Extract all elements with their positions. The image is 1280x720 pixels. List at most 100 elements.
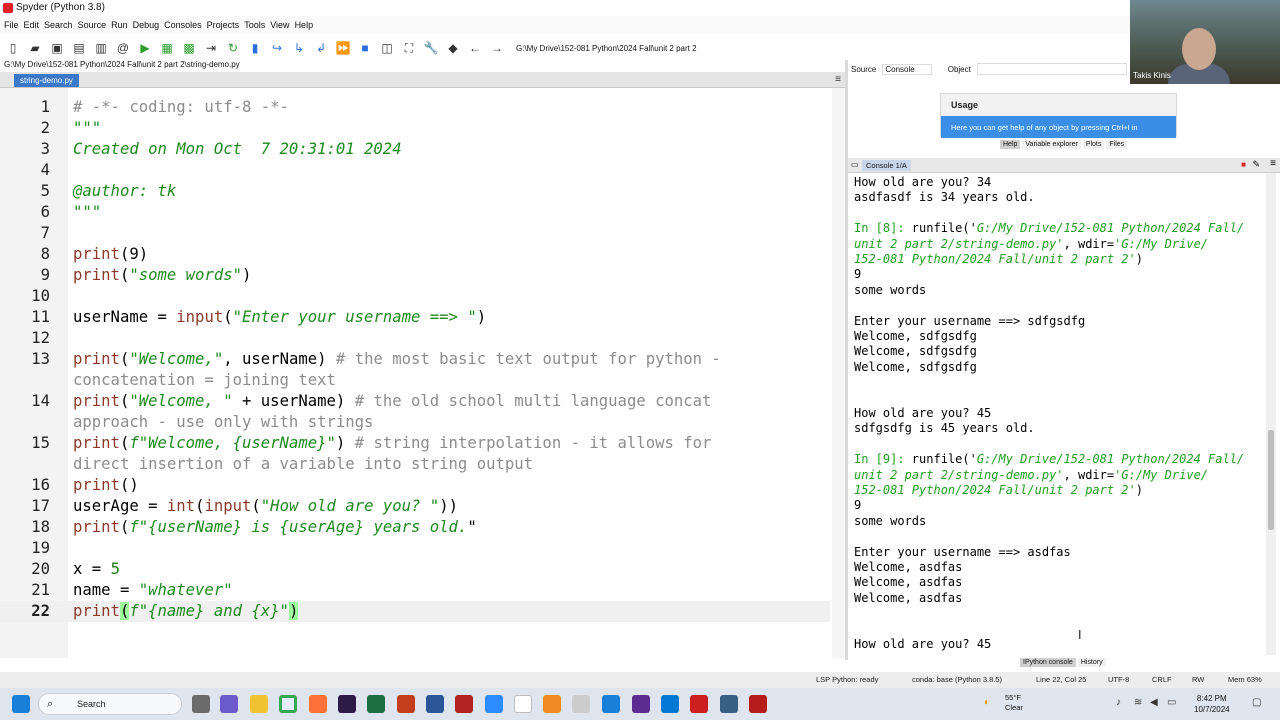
- run-icon[interactable]: ▶: [136, 39, 154, 57]
- menu-help[interactable]: Help: [295, 20, 314, 30]
- app-icon-4[interactable]: [720, 695, 738, 713]
- help-source-select[interactable]: Console: [882, 63, 932, 75]
- tab-files[interactable]: Files: [1106, 140, 1128, 149]
- acrobat-icon[interactable]: [690, 695, 708, 713]
- mic-icon[interactable]: ♪: [1116, 697, 1121, 708]
- line-number: 6: [40, 203, 50, 221]
- editor-scrollbar[interactable]: [832, 88, 844, 658]
- code-text: print(f"{userName} is {userAge} years ol…: [73, 518, 477, 536]
- notification-icon[interactable]: ▢: [1252, 697, 1261, 708]
- open-file-icon[interactable]: ▰: [26, 39, 44, 57]
- tab-help[interactable]: Help: [1000, 140, 1021, 149]
- line-number: 5: [40, 182, 50, 200]
- console-scrollbar[interactable]: [1266, 173, 1276, 655]
- app-icon-2[interactable]: [572, 695, 590, 713]
- word-icon[interactable]: [426, 695, 444, 713]
- tab-variable-explorer[interactable]: Variable explorer: [1022, 140, 1081, 149]
- code-text: name = "whatever": [73, 581, 233, 599]
- python-path-icon[interactable]: ◆: [444, 39, 462, 57]
- taskbar-clock[interactable]: 8:42 PM 10/7/2024: [1194, 693, 1230, 715]
- vlc-icon[interactable]: [543, 695, 561, 713]
- code-line: 7: [0, 223, 830, 244]
- help-tab-bar: Help Variable explorer Plots Files: [1000, 140, 1128, 149]
- menu-source[interactable]: Source: [78, 20, 107, 30]
- continue-icon[interactable]: ⏩: [334, 39, 352, 57]
- zoom-icon[interactable]: [485, 695, 503, 713]
- powerpoint-icon[interactable]: [397, 695, 415, 713]
- line-number: 22: [31, 602, 50, 620]
- maximize-pane-icon[interactable]: ◫: [378, 39, 396, 57]
- console-menu-icon[interactable]: ≡: [1270, 158, 1276, 169]
- menu-projects[interactable]: Projects: [207, 20, 240, 30]
- teams-icon[interactable]: [220, 695, 238, 713]
- taskbar-search[interactable]: ⌕ Search: [38, 693, 182, 715]
- volume-icon[interactable]: ◀: [1150, 697, 1158, 708]
- app-icon-3[interactable]: [602, 695, 620, 713]
- fullscreen-icon[interactable]: ⛶: [400, 39, 418, 57]
- dreamweaver-icon[interactable]: [338, 695, 356, 713]
- code-editor[interactable]: 1 # -*- coding: utf-8 -*- 2 """ 3 Create…: [0, 88, 845, 658]
- run-cell-advance-icon[interactable]: ▩: [180, 39, 198, 57]
- clear-console-icon[interactable]: ✎: [1252, 159, 1260, 170]
- code-line: 20 x = 5: [0, 559, 830, 580]
- stop-debug-icon[interactable]: ■: [356, 39, 374, 57]
- debug-icon[interactable]: ▮: [246, 39, 264, 57]
- hamburger-menu-icon[interactable]: ≡: [835, 74, 841, 85]
- battery-icon[interactable]: ▭: [1167, 697, 1176, 708]
- menu-edit[interactable]: Edit: [24, 20, 40, 30]
- wifi-icon[interactable]: ≋: [1134, 697, 1142, 708]
- chrome-icon[interactable]: [279, 695, 297, 713]
- run-cell-icon[interactable]: ▦: [158, 39, 176, 57]
- maximize-icon[interactable]: ▥: [92, 39, 110, 57]
- menu-consoles[interactable]: Consoles: [164, 20, 202, 30]
- code-line: 9 print("some words"): [0, 265, 830, 286]
- app-icon[interactable]: [514, 695, 532, 713]
- console-line: Welcome, asdfas: [854, 560, 963, 574]
- stop-console-icon[interactable]: ■: [1241, 160, 1246, 169]
- windows-start-icon[interactable]: [12, 695, 30, 713]
- at-icon[interactable]: @: [114, 39, 132, 57]
- back-arrow-icon[interactable]: ←: [466, 39, 484, 57]
- vscode-icon[interactable]: [661, 695, 679, 713]
- console-scrollbar-thumb[interactable]: [1268, 430, 1274, 530]
- console-input-line[interactable]: How old are you? 45: [854, 637, 991, 652]
- help-object-input[interactable]: [976, 63, 1127, 75]
- webcam-overlay: Takis Kinis: [1130, 0, 1280, 84]
- excel-icon[interactable]: [367, 695, 385, 713]
- editor-tab-string-demo[interactable]: string-demo.py: [14, 74, 79, 87]
- code-line: 10: [0, 286, 830, 307]
- forward-arrow-icon[interactable]: →: [488, 39, 506, 57]
- tab-ipython-console[interactable]: IPython console: [1020, 658, 1076, 667]
- firefox-icon[interactable]: [309, 695, 327, 713]
- rerun-icon[interactable]: ↻: [224, 39, 242, 57]
- spyder-taskbar-icon[interactable]: [749, 695, 767, 713]
- tab-plots[interactable]: Plots: [1082, 140, 1105, 149]
- visual-studio-icon[interactable]: [632, 695, 650, 713]
- menu-run[interactable]: Run: [111, 20, 128, 30]
- save-icon[interactable]: ▣: [48, 39, 66, 57]
- step-icon[interactable]: ↪: [268, 39, 286, 57]
- preferences-icon[interactable]: 🔧: [422, 39, 440, 57]
- file-explorer-icon[interactable]: [250, 695, 268, 713]
- menu-tools[interactable]: Tools: [244, 20, 265, 30]
- code-line: concatenation = joining text: [0, 370, 830, 391]
- save-all-icon[interactable]: ▤: [70, 39, 88, 57]
- line-number: 14: [31, 392, 50, 410]
- ipython-console[interactable]: How old are you? 34 asdfasdf is 34 years…: [848, 173, 1266, 655]
- menu-file[interactable]: File: [4, 20, 19, 30]
- console-tab[interactable]: Console 1/A: [862, 160, 911, 171]
- step-into-icon[interactable]: ↳: [290, 39, 308, 57]
- menu-view[interactable]: View: [270, 20, 289, 30]
- code-line: 6 """: [0, 202, 830, 223]
- console-line: 9: [854, 498, 862, 513]
- new-file-icon[interactable]: ▯: [4, 39, 22, 57]
- working-directory-field[interactable]: G:\My Drive\152-081 Python\2024 Fall\uni…: [516, 44, 697, 53]
- step-return-icon[interactable]: ↲: [312, 39, 330, 57]
- filezilla-icon[interactable]: [455, 695, 473, 713]
- menu-search[interactable]: Search: [44, 20, 73, 30]
- menu-debug[interactable]: Debug: [133, 20, 160, 30]
- task-view-icon[interactable]: [192, 695, 210, 713]
- run-selection-icon[interactable]: ⇥: [202, 39, 220, 57]
- tab-history[interactable]: History: [1077, 658, 1106, 667]
- weather-widget[interactable]: 55°F Clear: [1005, 693, 1023, 713]
